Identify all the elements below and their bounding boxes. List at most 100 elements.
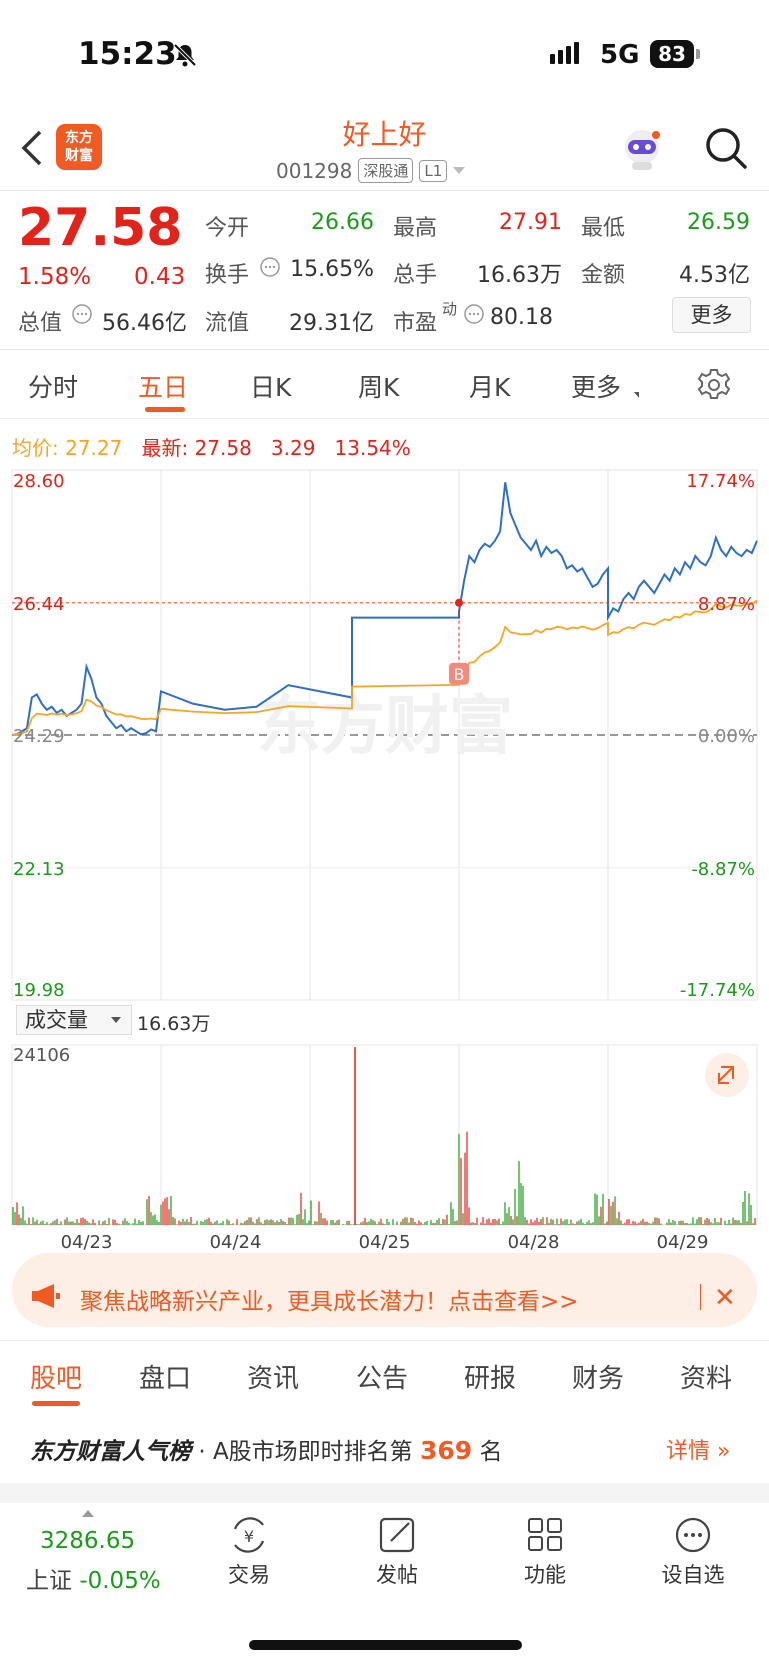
volume-value: 16.63万 (477, 263, 562, 288)
x-axis-label: 04/23 (61, 1232, 113, 1250)
rank-suffix: 名 (479, 1439, 503, 1465)
tab-guba[interactable]: 股吧 (30, 1358, 82, 1395)
low-value: 26.59 (687, 210, 750, 235)
latest-value: 27.58 (194, 436, 252, 460)
y-axis-label-right: -17.74% (680, 980, 755, 1001)
robot-assistant-icon[interactable] (618, 125, 666, 173)
tab-pankou[interactable]: 盘口 (139, 1358, 191, 1395)
stock-code: 001298 (276, 158, 353, 183)
y-axis-label-left: 24.29 (13, 726, 65, 747)
info-icon[interactable] (463, 303, 485, 325)
nav-add-watchlist[interactable]: 设自选 (648, 1515, 738, 1589)
tab-more[interactable]: 更多 (571, 368, 621, 404)
signal-icon (550, 42, 582, 64)
caret-icon (634, 392, 639, 398)
svg-text:¥: ¥ (244, 1527, 254, 1546)
tab-weekly-k[interactable]: 周K (358, 368, 399, 404)
tab-active-indicator (32, 1401, 80, 1406)
tab-finance[interactable]: 财务 (572, 1358, 624, 1395)
latest-change: 3.29 (270, 436, 316, 460)
mcap-value: 56.46亿 (102, 311, 187, 336)
popularity-rank[interactable]: 东方财富人气榜 · A股市场即时排名第 369 名 (30, 1432, 502, 1466)
gear-icon[interactable] (697, 368, 731, 402)
mcap-label: 总值 (18, 311, 63, 336)
rank-number: 369 (419, 1436, 473, 1465)
y-axis-label-left: 19.98 (13, 980, 65, 1001)
nav-post-label: 发帖 (376, 1563, 418, 1587)
x-axis-label: 04/25 (359, 1232, 411, 1250)
turnover-value: 15.65% (290, 257, 374, 282)
avg-label: 均价: (12, 436, 59, 460)
rank-detail-link[interactable]: 详情 » (666, 1433, 730, 1465)
tab-five-day[interactable]: 五日 (138, 368, 188, 404)
volume-max-label: 24106 (13, 1045, 71, 1066)
tab-daily-k[interactable]: 日K (250, 368, 291, 404)
change-percent: 1.58% (18, 264, 92, 290)
expand-icon[interactable] (705, 1053, 749, 1097)
nav-trade[interactable]: ¥ 交易 (204, 1515, 294, 1589)
pe-superscript: 动 (442, 300, 458, 318)
header-divider (0, 190, 769, 191)
caret-up-icon[interactable] (82, 1510, 94, 1517)
rank-dot: · (198, 1439, 206, 1465)
tab-research[interactable]: 研报 (464, 1358, 516, 1395)
x-axis-label: 04/24 (210, 1232, 262, 1250)
tab-news[interactable]: 资讯 (247, 1358, 299, 1395)
nav-post[interactable]: 发帖 (352, 1515, 442, 1589)
high-value: 27.91 (499, 210, 562, 235)
megaphone-icon (32, 1284, 60, 1308)
nav-add-watchlist-label: 设自选 (661, 1563, 725, 1587)
info-icon[interactable] (71, 303, 93, 325)
battery-tip (696, 49, 700, 59)
volume-selector-label: 成交量 (25, 1008, 88, 1032)
more-quote-button[interactable]: 更多 (672, 297, 751, 333)
x-axis-label: 04/29 (657, 1232, 709, 1250)
promo-banner-text[interactable]: 聚焦战略新兴产业，更具成长潜力！点击查看>> (80, 1282, 579, 1316)
tabs-divider (0, 418, 769, 419)
banner-separator (700, 1284, 701, 1310)
home-indicator (249, 1640, 522, 1650)
tab-timeshare[interactable]: 分时 (28, 368, 78, 404)
avg-value: 27.27 (65, 436, 123, 460)
level-tag: L1 (419, 159, 448, 182)
rank-text: A股市场即时排名第 (212, 1439, 413, 1465)
y-axis-label-left: 22.13 (13, 859, 65, 880)
battery-icon: 83 (650, 40, 694, 68)
y-axis-label-left: 28.60 (13, 471, 65, 492)
close-icon[interactable]: ✕ (714, 1283, 736, 1313)
open-label: 今开 (205, 216, 250, 241)
price-chart[interactable]: 东方财富 B 28.60 17.74% 26.44 8.87% 24.29 0.00% 22… (0, 460, 769, 1250)
tab-announcements[interactable]: 公告 (356, 1358, 408, 1395)
y-axis-label-right: 17.74% (686, 471, 755, 492)
amount-label: 金额 (581, 263, 626, 288)
amount-value: 4.53亿 (679, 263, 750, 288)
volume-indicator-select[interactable]: 成交量 (16, 1005, 132, 1035)
status-time: 15:23 (78, 36, 177, 72)
search-icon[interactable] (704, 126, 748, 170)
index-ticker[interactable]: 上证 -0.05% (26, 1561, 161, 1595)
float-value: 29.31亿 (289, 311, 374, 336)
change-amount: 0.43 (134, 264, 186, 290)
index-value[interactable]: 3286.65 (40, 1528, 135, 1554)
tab-monthly-k[interactable]: 月K (469, 368, 510, 404)
latest-label: 最新: (141, 436, 189, 460)
info-icon[interactable] (259, 256, 281, 278)
nav-functions[interactable]: 功能 (500, 1515, 590, 1589)
index-change: -0.05% (79, 1568, 161, 1594)
y-axis-label-right: 8.87% (698, 594, 755, 615)
rank-detail-label: 详情 (666, 1439, 711, 1464)
connect-tag: 深股通 (358, 158, 414, 183)
chevron-down-icon (453, 167, 466, 174)
network-type: 5G (600, 40, 640, 70)
stock-code-row[interactable]: 001298 深股通 L1 (276, 158, 466, 183)
latest-change-pct: 13.54% (334, 436, 411, 460)
tab-profile[interactable]: 资料 (680, 1358, 732, 1395)
bell-muted-icon (173, 43, 197, 67)
nav-functions-label: 功能 (524, 1563, 566, 1587)
volume-frame (11, 1044, 758, 1226)
current-price: 27.58 (18, 198, 183, 258)
pe-label: 市盈 (393, 311, 438, 336)
section-divider (0, 1340, 769, 1341)
caret-down-icon (111, 1017, 121, 1023)
low-label: 最低 (581, 216, 626, 241)
